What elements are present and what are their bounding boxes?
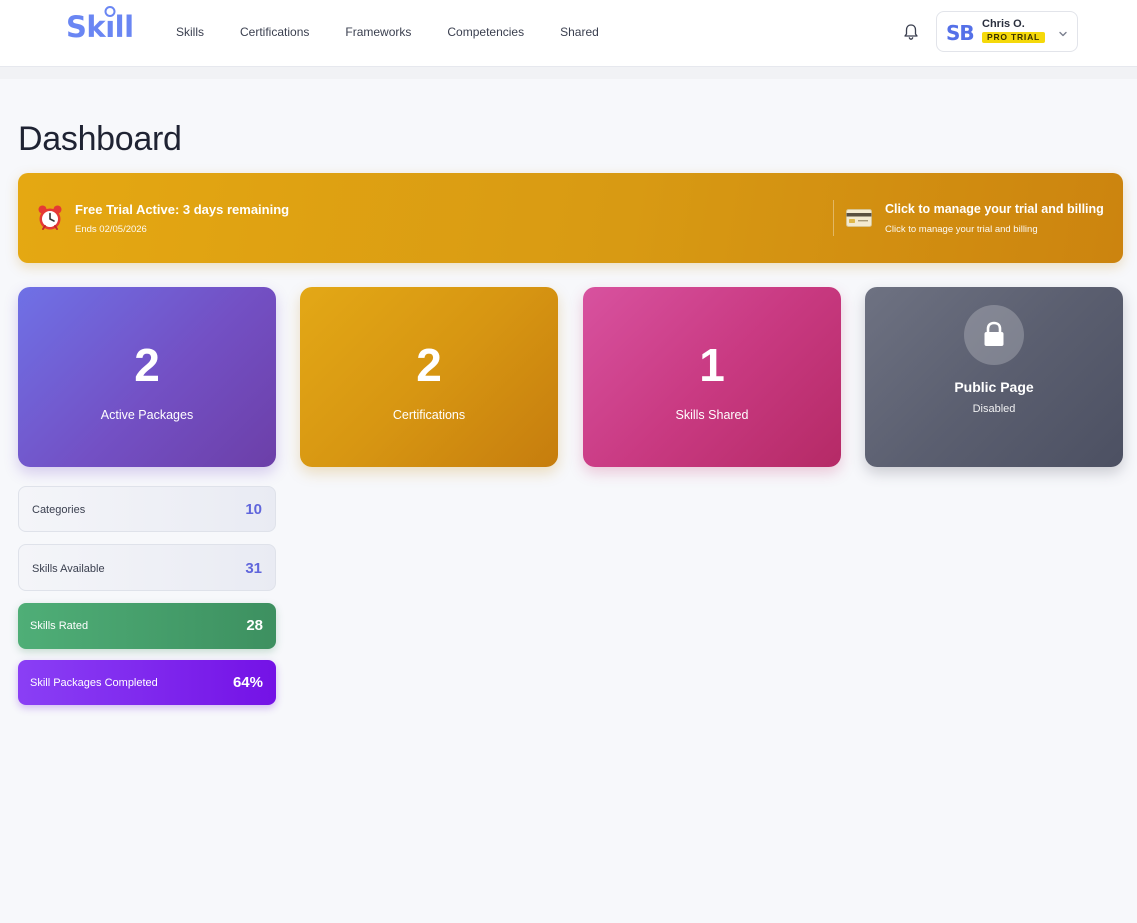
main-nav: Skills Certifications Frameworks Compete… xyxy=(176,24,635,40)
trial-end-date: Ends 02/05/2026 xyxy=(75,224,147,235)
metric-value: 10 xyxy=(245,501,262,518)
user-menu[interactable]: SB Chris O. PRO TRIAL xyxy=(936,11,1078,52)
nav-skills[interactable]: Skills xyxy=(176,24,204,40)
public-page-title: Public Page xyxy=(954,379,1034,395)
plan-badge: PRO TRIAL xyxy=(982,32,1046,43)
credit-card-icon xyxy=(846,209,872,227)
metric-label: Skills Rated xyxy=(30,620,89,632)
stat-label: Certifications xyxy=(392,408,466,422)
manage-billing-link[interactable]: Click to manage your trial and billing xyxy=(885,202,1104,216)
skills-rated-metric[interactable]: Skills Rated 28 xyxy=(18,603,276,649)
lock-icon xyxy=(964,305,1024,365)
bell-icon[interactable] xyxy=(903,23,919,41)
packages-completed-metric[interactable]: Skill Packages Completed 64% xyxy=(18,660,276,705)
chevron-down-icon xyxy=(1058,26,1068,37)
nav-frameworks[interactable]: Frameworks xyxy=(345,24,411,40)
metric-value: 28 xyxy=(246,617,263,634)
public-page-card[interactable]: Public Page Disabled xyxy=(865,287,1123,467)
nav-competencies[interactable]: Competencies xyxy=(447,24,524,40)
active-packages-card[interactable]: 2 Active Packages xyxy=(18,287,276,467)
manage-billing-subtitle: Click to manage your trial and billing xyxy=(885,224,1038,235)
top-navbar: Skıll Skills Certifications Frameworks C… xyxy=(0,0,1137,67)
stat-label: Active Packages xyxy=(100,408,194,422)
categories-metric[interactable]: Categories 10 xyxy=(18,486,276,532)
stat-value: 2 xyxy=(134,339,160,391)
public-page-status: Disabled xyxy=(972,403,1016,415)
metric-label: Skills Available xyxy=(32,563,105,575)
skills-available-metric[interactable]: Skills Available 31 xyxy=(18,544,276,591)
skills-shared-card[interactable]: 1 Skills Shared xyxy=(583,287,841,467)
metric-value: 64% xyxy=(232,674,263,691)
metric-value: 31 xyxy=(245,560,262,577)
nav-shared[interactable]: Shared xyxy=(560,24,599,40)
trial-banner[interactable]: Free Trial Active: 3 days remaining Ends… xyxy=(18,173,1123,263)
header-subbar xyxy=(0,67,1137,79)
logo[interactable]: Skıll xyxy=(66,10,134,44)
banner-divider xyxy=(833,200,834,236)
page-title: Dashboard xyxy=(18,120,182,158)
metric-label: Categories xyxy=(32,504,86,516)
stat-label: Skills Shared xyxy=(675,408,749,422)
stat-value: 1 xyxy=(699,339,725,391)
trial-status-title: Free Trial Active: 3 days remaining xyxy=(75,202,290,217)
metric-label: Skill Packages Completed xyxy=(30,677,158,689)
logo-text: Skıll xyxy=(66,10,134,44)
certifications-card[interactable]: 2 Certifications xyxy=(300,287,558,467)
user-name: Chris O. xyxy=(982,18,1025,30)
nav-certifications[interactable]: Certifications xyxy=(240,24,309,40)
alarm-clock-icon xyxy=(37,204,63,232)
stat-value: 2 xyxy=(416,339,442,391)
avatar: SB xyxy=(946,21,975,45)
